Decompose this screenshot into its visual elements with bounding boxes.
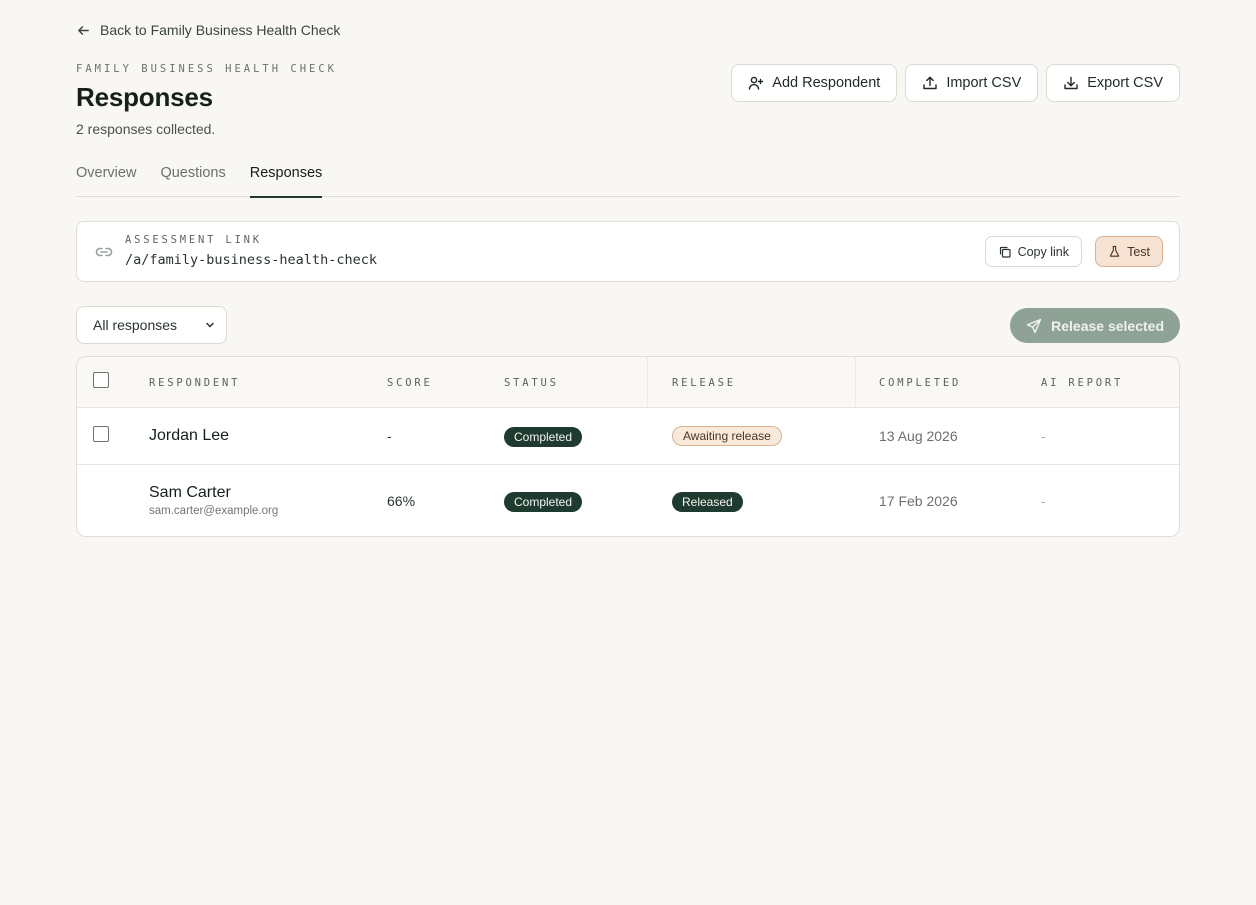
tab-questions[interactable]: Questions bbox=[160, 160, 225, 197]
completed-date: 17 Feb 2026 bbox=[879, 493, 958, 509]
assessment-link-card: ASSESSMENT LINK /a/family-business-healt… bbox=[76, 221, 1180, 282]
page-subtitle: 2 responses collected. bbox=[76, 121, 216, 137]
release-selected-button[interactable]: Release selected bbox=[1010, 308, 1180, 343]
assessment-link-label: ASSESSMENT LINK bbox=[125, 234, 262, 246]
send-icon bbox=[1026, 318, 1042, 333]
release-selected-label: Release selected bbox=[1051, 317, 1164, 334]
filter-selected-value: All responses bbox=[93, 317, 178, 333]
table-header: RESPONDENT SCORE STATUS RELEASE COMPLETE… bbox=[77, 357, 1179, 408]
flask-icon bbox=[1109, 245, 1120, 257]
table-row[interactable]: Sam Carter sam.carter@example.org 66% Co… bbox=[77, 465, 1179, 536]
score-value: - bbox=[387, 428, 392, 444]
download-icon bbox=[1064, 76, 1078, 90]
row-checkbox[interactable] bbox=[93, 426, 109, 442]
upload-icon bbox=[923, 76, 938, 90]
page-eyebrow: FAMILY BUSINESS HEALTH CHECK bbox=[76, 63, 338, 75]
column-header-score: SCORE bbox=[387, 377, 433, 389]
test-label: Test bbox=[1127, 244, 1150, 259]
column-divider bbox=[855, 357, 856, 408]
back-link[interactable]: Back to Family Business Health Check bbox=[76, 20, 340, 40]
chevron-down-icon bbox=[206, 322, 214, 328]
select-all-checkbox[interactable] bbox=[93, 372, 109, 388]
import-csv-label: Import CSV bbox=[946, 75, 1022, 91]
header-actions: Add Respondent Import CSV Export CSV bbox=[731, 64, 1180, 102]
table-row[interactable]: Jordan Lee - Completed Awaiting release … bbox=[77, 408, 1179, 465]
column-header-release: RELEASE bbox=[672, 377, 736, 389]
link-icon bbox=[95, 247, 113, 257]
back-link-label: Back to Family Business Health Check bbox=[100, 22, 341, 38]
copy-link-button[interactable]: Copy link bbox=[984, 236, 1082, 267]
page-title: Responses bbox=[76, 82, 213, 112]
ai-report-value: - bbox=[1041, 429, 1046, 444]
release-badge: Released bbox=[672, 492, 743, 512]
status-badge: Completed bbox=[504, 427, 583, 447]
column-header-completed: COMPLETED bbox=[879, 377, 962, 389]
score-value: 66% bbox=[387, 493, 416, 509]
export-csv-label: Export CSV bbox=[1087, 75, 1163, 91]
completed-date: 13 Aug 2026 bbox=[879, 428, 958, 444]
column-header-ai-report: AI REPORT bbox=[1041, 377, 1124, 389]
export-csv-button[interactable]: Export CSV bbox=[1046, 64, 1180, 102]
column-header-status: STATUS bbox=[504, 377, 559, 389]
assessment-link-url: /a/family-business-health-check bbox=[125, 252, 377, 268]
respondent-name: Sam Carter bbox=[149, 484, 231, 501]
add-respondent-button[interactable]: Add Respondent bbox=[731, 64, 898, 102]
arrow-left-icon bbox=[78, 25, 89, 35]
copy-icon bbox=[999, 246, 1011, 258]
status-badge: Completed bbox=[504, 492, 583, 512]
column-header-respondent: RESPONDENT bbox=[149, 377, 241, 389]
import-csv-button[interactable]: Import CSV bbox=[905, 64, 1039, 102]
tab-bar: Overview Questions Responses bbox=[76, 160, 1180, 198]
copy-link-label: Copy link bbox=[1017, 244, 1069, 259]
tab-responses[interactable]: Responses bbox=[249, 160, 322, 198]
user-plus-icon bbox=[749, 76, 764, 90]
release-badge: Awaiting release bbox=[672, 426, 782, 446]
responses-table: RESPONDENT SCORE STATUS RELEASE COMPLETE… bbox=[76, 356, 1180, 537]
responses-filter-select[interactable]: All responses bbox=[76, 306, 227, 344]
column-divider bbox=[647, 357, 648, 408]
ai-report-value: - bbox=[1041, 494, 1046, 509]
tab-overview[interactable]: Overview bbox=[76, 160, 136, 197]
add-respondent-label: Add Respondent bbox=[772, 75, 881, 91]
respondent-email: sam.carter@example.org bbox=[149, 505, 279, 517]
test-button[interactable]: Test bbox=[1095, 236, 1163, 267]
respondent-name: Jordan Lee bbox=[149, 427, 230, 444]
